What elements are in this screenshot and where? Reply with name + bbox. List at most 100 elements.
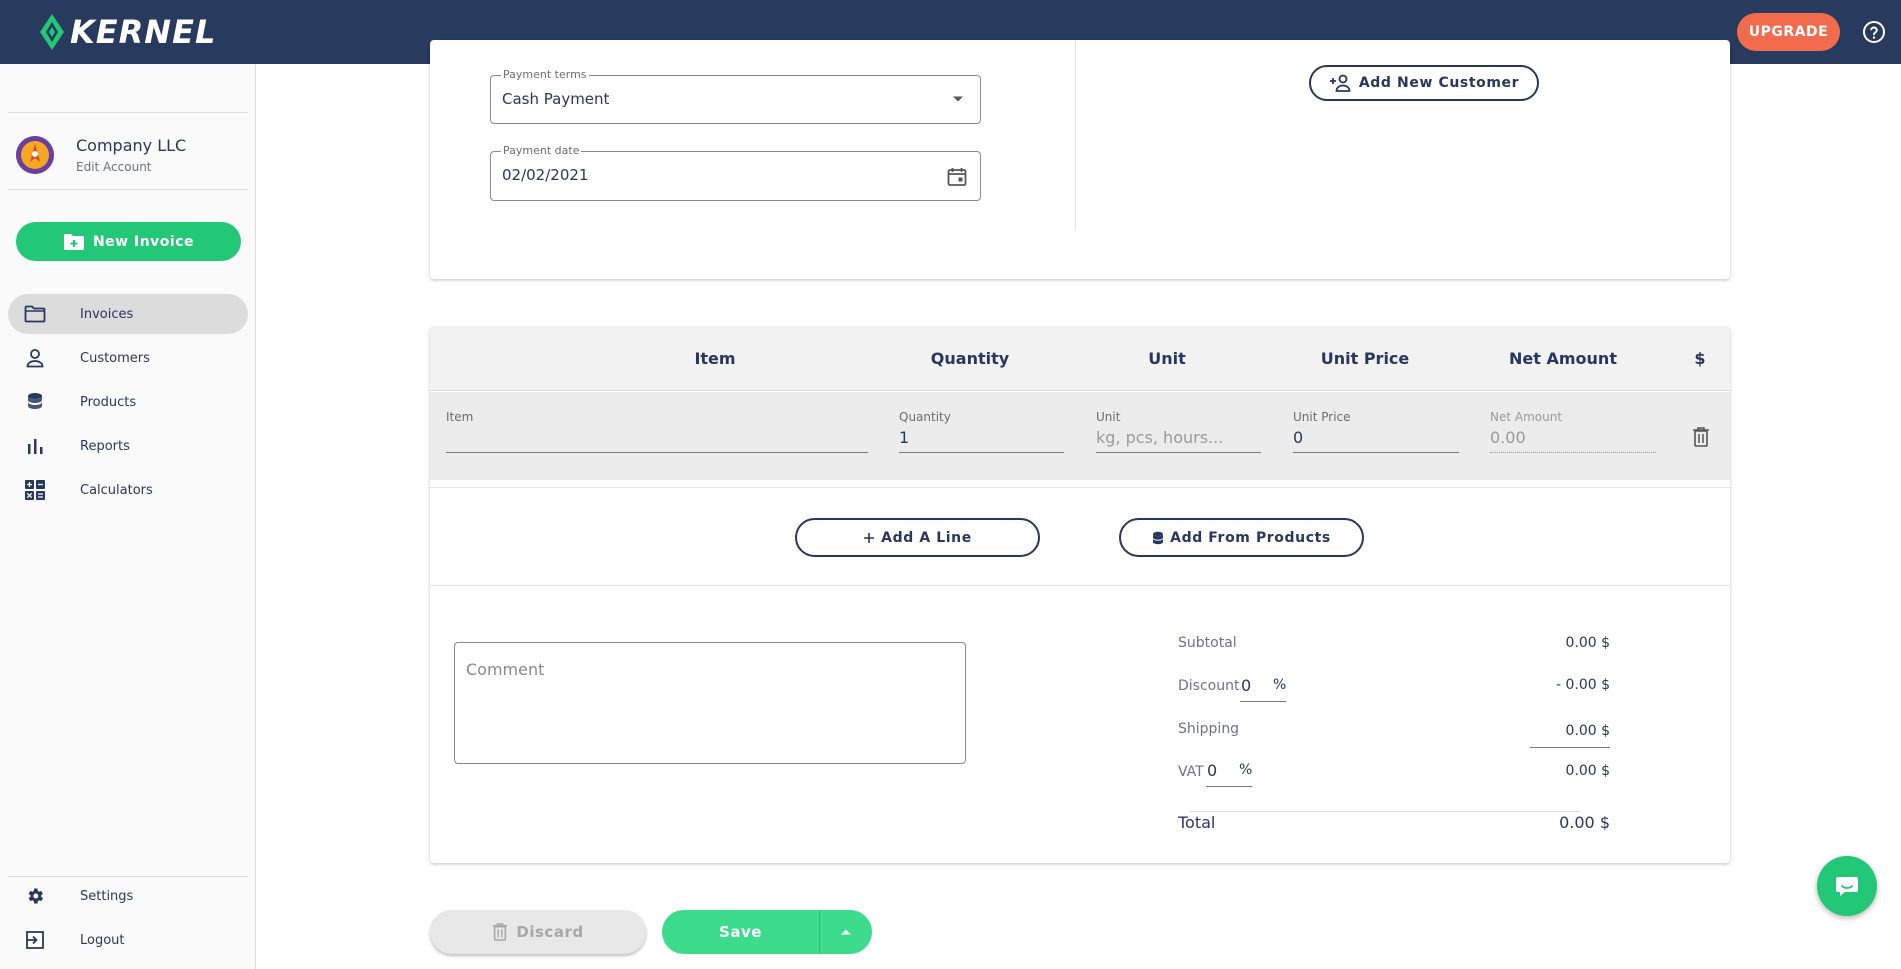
payment-date-field[interactable]: Payment date 02/02/2021 xyxy=(490,144,981,201)
sidebar-divider xyxy=(8,189,248,190)
summary-section: Comment Subtotal 0.00 $ Discount 0 % - 0… xyxy=(430,585,1730,863)
add-line-button[interactable]: Add A Line xyxy=(795,518,1040,557)
vat-input[interactable]: 0 xyxy=(1207,761,1217,780)
quantity-input-underline xyxy=(899,452,1064,453)
sidebar-item-customers[interactable]: Customers xyxy=(8,338,248,378)
total-divider xyxy=(1190,811,1580,812)
discard-button[interactable]: Discard xyxy=(430,910,646,954)
chevron-down-icon xyxy=(953,96,963,102)
add-new-customer-label: Add New Customer xyxy=(1358,75,1520,91)
add-from-products-label: Add From Products xyxy=(1170,529,1331,546)
brand-name: KERNEL xyxy=(70,13,217,51)
vat-percent-sign: % xyxy=(1239,762,1253,778)
trash-icon xyxy=(493,923,508,941)
sidebar-item-label: Reports xyxy=(80,438,130,454)
discount-value: - 0.00 $ xyxy=(1555,677,1610,693)
payment-date-value: 02/02/2021 xyxy=(502,166,589,184)
trash-icon[interactable] xyxy=(1692,426,1710,448)
new-invoice-button[interactable]: New Invoice xyxy=(16,222,241,261)
sidebar-divider xyxy=(8,112,248,113)
payment-terms-select[interactable]: Payment terms Cash Payment xyxy=(490,68,981,124)
database-icon xyxy=(23,390,47,414)
quantity-input[interactable]: 1 xyxy=(899,428,909,447)
item-field-label: Item xyxy=(446,410,474,424)
shipping-input[interactable]: 0.00 $ xyxy=(1430,723,1610,739)
payment-card: Payment terms Cash Payment Payment date … xyxy=(430,40,1730,279)
net-amount-field-label: Net Amount xyxy=(1490,410,1563,424)
vat-value: 0.00 $ xyxy=(1565,763,1610,779)
invoice-items-card: Item Quantity Unit Unit Price Net Amount… xyxy=(430,327,1730,863)
gear-icon xyxy=(23,884,47,908)
net-amount-value: 0.00 xyxy=(1490,428,1526,447)
new-invoice-label: New Invoice xyxy=(92,233,195,250)
unit-field-label: Unit xyxy=(1096,410,1121,424)
table-row: Item Quantity 1 Unit kg, pcs, hours... U… xyxy=(430,392,1730,480)
calculator-icon xyxy=(23,478,47,502)
plus-icon xyxy=(864,532,875,543)
sidebar-item-reports[interactable]: Reports xyxy=(8,426,248,466)
upgrade-button[interactable]: UPGRADE xyxy=(1737,13,1840,51)
add-person-icon xyxy=(1329,74,1351,92)
sidebar-item-products[interactable]: Products xyxy=(8,382,248,422)
account-name: Company LLC xyxy=(76,136,187,155)
kernel-logo[interactable]: KERNEL xyxy=(38,12,216,52)
unit-price-field-label: Unit Price xyxy=(1293,410,1351,424)
sidebar-item-settings[interactable]: Settings xyxy=(8,876,248,916)
kernel-logo-icon xyxy=(40,14,64,50)
bar-chart-icon xyxy=(23,434,47,458)
discount-percent-sign: % xyxy=(1273,677,1287,693)
chat-widget-button[interactable] xyxy=(1817,856,1877,916)
sidebar-item-label: Invoices xyxy=(80,306,134,322)
vat-label: VAT xyxy=(1178,764,1204,780)
item-input-underline xyxy=(446,452,868,453)
column-header-net-amount: Net Amount xyxy=(1509,349,1617,368)
sidebar-item-label: Products xyxy=(80,394,137,410)
save-options-button[interactable] xyxy=(820,910,872,954)
shipping-input-underline xyxy=(1530,747,1610,748)
shipping-label: Shipping xyxy=(1178,721,1240,737)
quantity-field-label: Quantity xyxy=(899,410,951,424)
save-label: Save xyxy=(719,923,762,941)
sidebar-item-calculators[interactable]: Calculators xyxy=(8,470,248,510)
sidebar: Company LLC Edit Account New Invoice Inv… xyxy=(0,64,256,969)
vertical-divider xyxy=(1075,40,1076,231)
sidebar-item-label: Logout xyxy=(80,932,125,948)
sidebar-item-label: Settings xyxy=(80,888,134,904)
unit-price-input[interactable]: 0 xyxy=(1293,428,1303,447)
discard-label: Discard xyxy=(516,923,584,941)
sidebar-item-label: Calculators xyxy=(80,482,153,498)
payment-date-label: Payment date xyxy=(501,144,582,157)
add-new-customer-button[interactable]: Add New Customer xyxy=(1309,65,1539,101)
save-button-group: Save xyxy=(662,910,872,954)
comment-textarea[interactable]: Comment xyxy=(454,642,966,764)
chat-bubble-icon xyxy=(1836,877,1858,896)
calendar-icon[interactable] xyxy=(946,166,968,188)
help-icon[interactable] xyxy=(1862,20,1886,44)
edit-account-link[interactable]: Edit Account xyxy=(76,160,152,174)
comment-placeholder: Comment xyxy=(466,660,545,679)
person-icon xyxy=(23,346,47,370)
subtotal-label: Subtotal xyxy=(1178,635,1237,651)
add-from-products-button[interactable]: Add From Products xyxy=(1119,518,1364,557)
column-header-quantity: Quantity xyxy=(930,349,1010,368)
sidebar-item-invoices[interactable]: Invoices xyxy=(8,294,248,334)
save-button[interactable]: Save xyxy=(662,910,820,954)
unit-input[interactable]: kg, pcs, hours... xyxy=(1096,428,1223,447)
folder-icon xyxy=(23,302,47,326)
net-amount-underline xyxy=(1490,452,1656,453)
payment-terms-label: Payment terms xyxy=(501,68,589,81)
avatar xyxy=(16,136,54,174)
unit-input-underline xyxy=(1096,452,1261,453)
vat-input-underline xyxy=(1206,786,1252,787)
discount-input[interactable]: 0 xyxy=(1241,676,1251,695)
unit-price-input-underline xyxy=(1293,452,1459,453)
folder-plus-icon xyxy=(63,233,84,250)
total-label: Total xyxy=(1178,813,1216,832)
discount-label: Discount xyxy=(1178,678,1240,694)
items-table-header: Item Quantity Unit Unit Price Net Amount… xyxy=(430,327,1730,391)
discount-input-underline xyxy=(1240,701,1286,702)
account-panel[interactable]: Company LLC Edit Account xyxy=(16,130,246,180)
column-header-unit: Unit xyxy=(1148,349,1186,368)
sidebar-item-logout[interactable]: Logout xyxy=(8,920,248,960)
column-header-item: Item xyxy=(694,349,736,368)
